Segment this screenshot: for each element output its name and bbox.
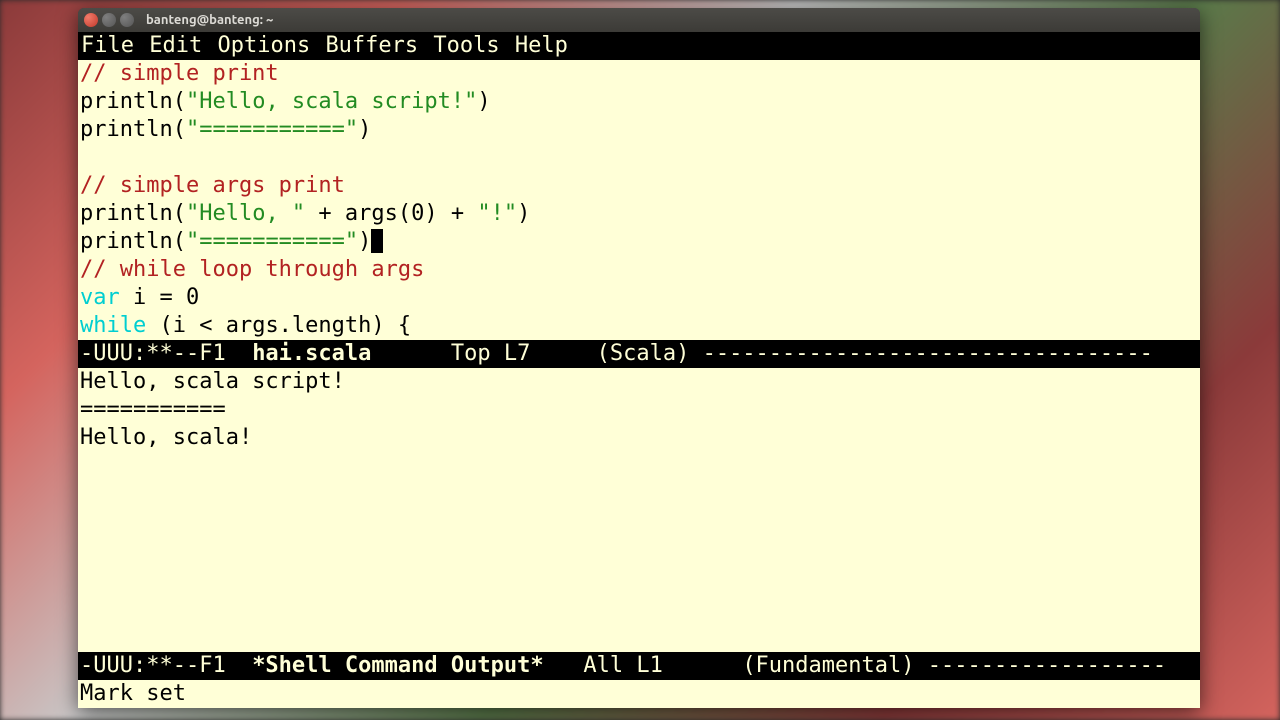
code-line: println( bbox=[80, 89, 186, 114]
modeline-bottom[interactable]: -UUU:**--F1 *Shell Command Output* All L… bbox=[78, 652, 1200, 680]
major-mode: (Scala) bbox=[597, 341, 690, 366]
emacs-menubar[interactable]: File Edit Options Buffers Tools Help bbox=[78, 32, 1200, 60]
minibuffer[interactable]: Mark set bbox=[78, 680, 1200, 708]
major-mode: (Fundamental) bbox=[742, 653, 914, 678]
emacs-frame: File Edit Options Buffers Tools Help // … bbox=[78, 32, 1200, 708]
menu-buffers[interactable]: Buffers bbox=[324, 33, 419, 58]
minimize-icon[interactable] bbox=[102, 13, 116, 27]
window-title: banteng@banteng: ~ bbox=[146, 13, 273, 27]
maximize-icon[interactable] bbox=[120, 13, 134, 27]
cursor-position: Top L7 bbox=[451, 341, 530, 366]
code-line: // while loop through args bbox=[80, 257, 424, 282]
code-line: println( bbox=[80, 117, 186, 142]
menu-options[interactable]: Options bbox=[216, 33, 311, 58]
buffer-name: *Shell Command Output* bbox=[252, 653, 543, 678]
menu-edit[interactable]: Edit bbox=[148, 33, 203, 58]
code-line: var bbox=[80, 285, 120, 310]
output-buffer[interactable]: Hello, scala script! =========== Hello, … bbox=[78, 368, 1200, 652]
menu-tools[interactable]: Tools bbox=[432, 33, 500, 58]
cursor-position: All L1 bbox=[583, 653, 662, 678]
output-line: Hello, scala script! bbox=[80, 369, 345, 394]
menu-file[interactable]: File bbox=[80, 33, 135, 58]
menu-help[interactable]: Help bbox=[514, 33, 569, 58]
code-line: // simple args print bbox=[80, 173, 345, 198]
code-line: // simple print bbox=[80, 61, 279, 86]
code-line: while bbox=[80, 313, 146, 338]
code-line: println( bbox=[80, 229, 186, 254]
buffer-name: hai.scala bbox=[252, 341, 371, 366]
code-buffer[interactable]: // simple print println("Hello, scala sc… bbox=[78, 60, 1200, 340]
terminal-window: banteng@banteng: ~ File Edit Options Buf… bbox=[78, 8, 1200, 708]
window-titlebar[interactable]: banteng@banteng: ~ bbox=[78, 8, 1200, 32]
text-cursor bbox=[371, 229, 383, 253]
minibuffer-text: Mark set bbox=[80, 681, 186, 706]
output-line: =========== bbox=[80, 397, 226, 422]
modeline-top[interactable]: -UUU:**--F1 hai.scala Top L7 (Scala) ---… bbox=[78, 340, 1200, 368]
code-line: println( bbox=[80, 201, 186, 226]
close-icon[interactable] bbox=[84, 13, 98, 27]
output-line: Hello, scala! bbox=[80, 425, 252, 450]
